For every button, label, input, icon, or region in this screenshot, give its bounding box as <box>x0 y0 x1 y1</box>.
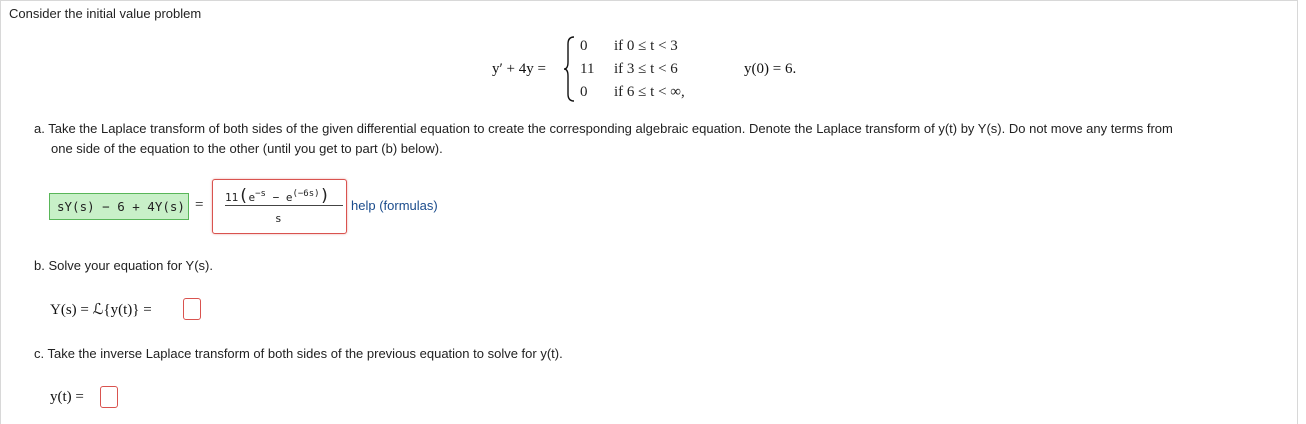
answer-b-field[interactable] <box>183 298 201 320</box>
answer-a-right-field[interactable]: 11(e−s − e(−6s)) s <box>212 179 347 234</box>
part-a-text-line2: one side of the equation to the other (u… <box>51 141 443 156</box>
case-condition-1: if 0 ≤ t < 3 <box>614 38 678 54</box>
part-c-expression: y(t) = <box>50 389 84 405</box>
intro-text: Consider the initial value problem <box>9 6 202 21</box>
case-value-2: 11 <box>580 61 595 77</box>
case-value-1: 0 <box>580 38 588 54</box>
part-c-text: c. Take the inverse Laplace transform of… <box>34 346 563 361</box>
part-b-expression: Y(s) = ℒ{y(t)} = <box>50 302 152 318</box>
exponent-2: (−6s) <box>292 189 320 199</box>
fraction-bar <box>225 205 343 206</box>
part-a-text-line1: a. Take the Laplace transform of both si… <box>34 121 1173 136</box>
fraction-denominator: s <box>275 212 282 225</box>
numerator-coefficient: 11 <box>225 191 239 204</box>
fraction-numerator: 11(e−s − e(−6s)) <box>225 186 330 206</box>
case-condition-3: if 6 ≤ t < ∞, <box>614 84 685 100</box>
answer-c-field[interactable] <box>100 386 118 408</box>
initial-condition: y(0) = 6. <box>744 61 797 77</box>
case-value-3: 0 <box>580 84 588 100</box>
answer-a-left-field[interactable]: sY(s) − 6 + 4Y(s) <box>49 193 189 220</box>
case-condition-2: if 3 ≤ t < 6 <box>614 61 678 77</box>
left-brace-icon <box>563 36 575 102</box>
equals-sign: = <box>195 197 204 213</box>
part-b-text: b. Solve your equation for Y(s). <box>34 258 213 273</box>
help-formulas-link[interactable]: help (formulas) <box>351 198 438 213</box>
ode-lhs: y′ + 4y = <box>492 61 546 77</box>
exponent-1: −s <box>255 189 266 199</box>
